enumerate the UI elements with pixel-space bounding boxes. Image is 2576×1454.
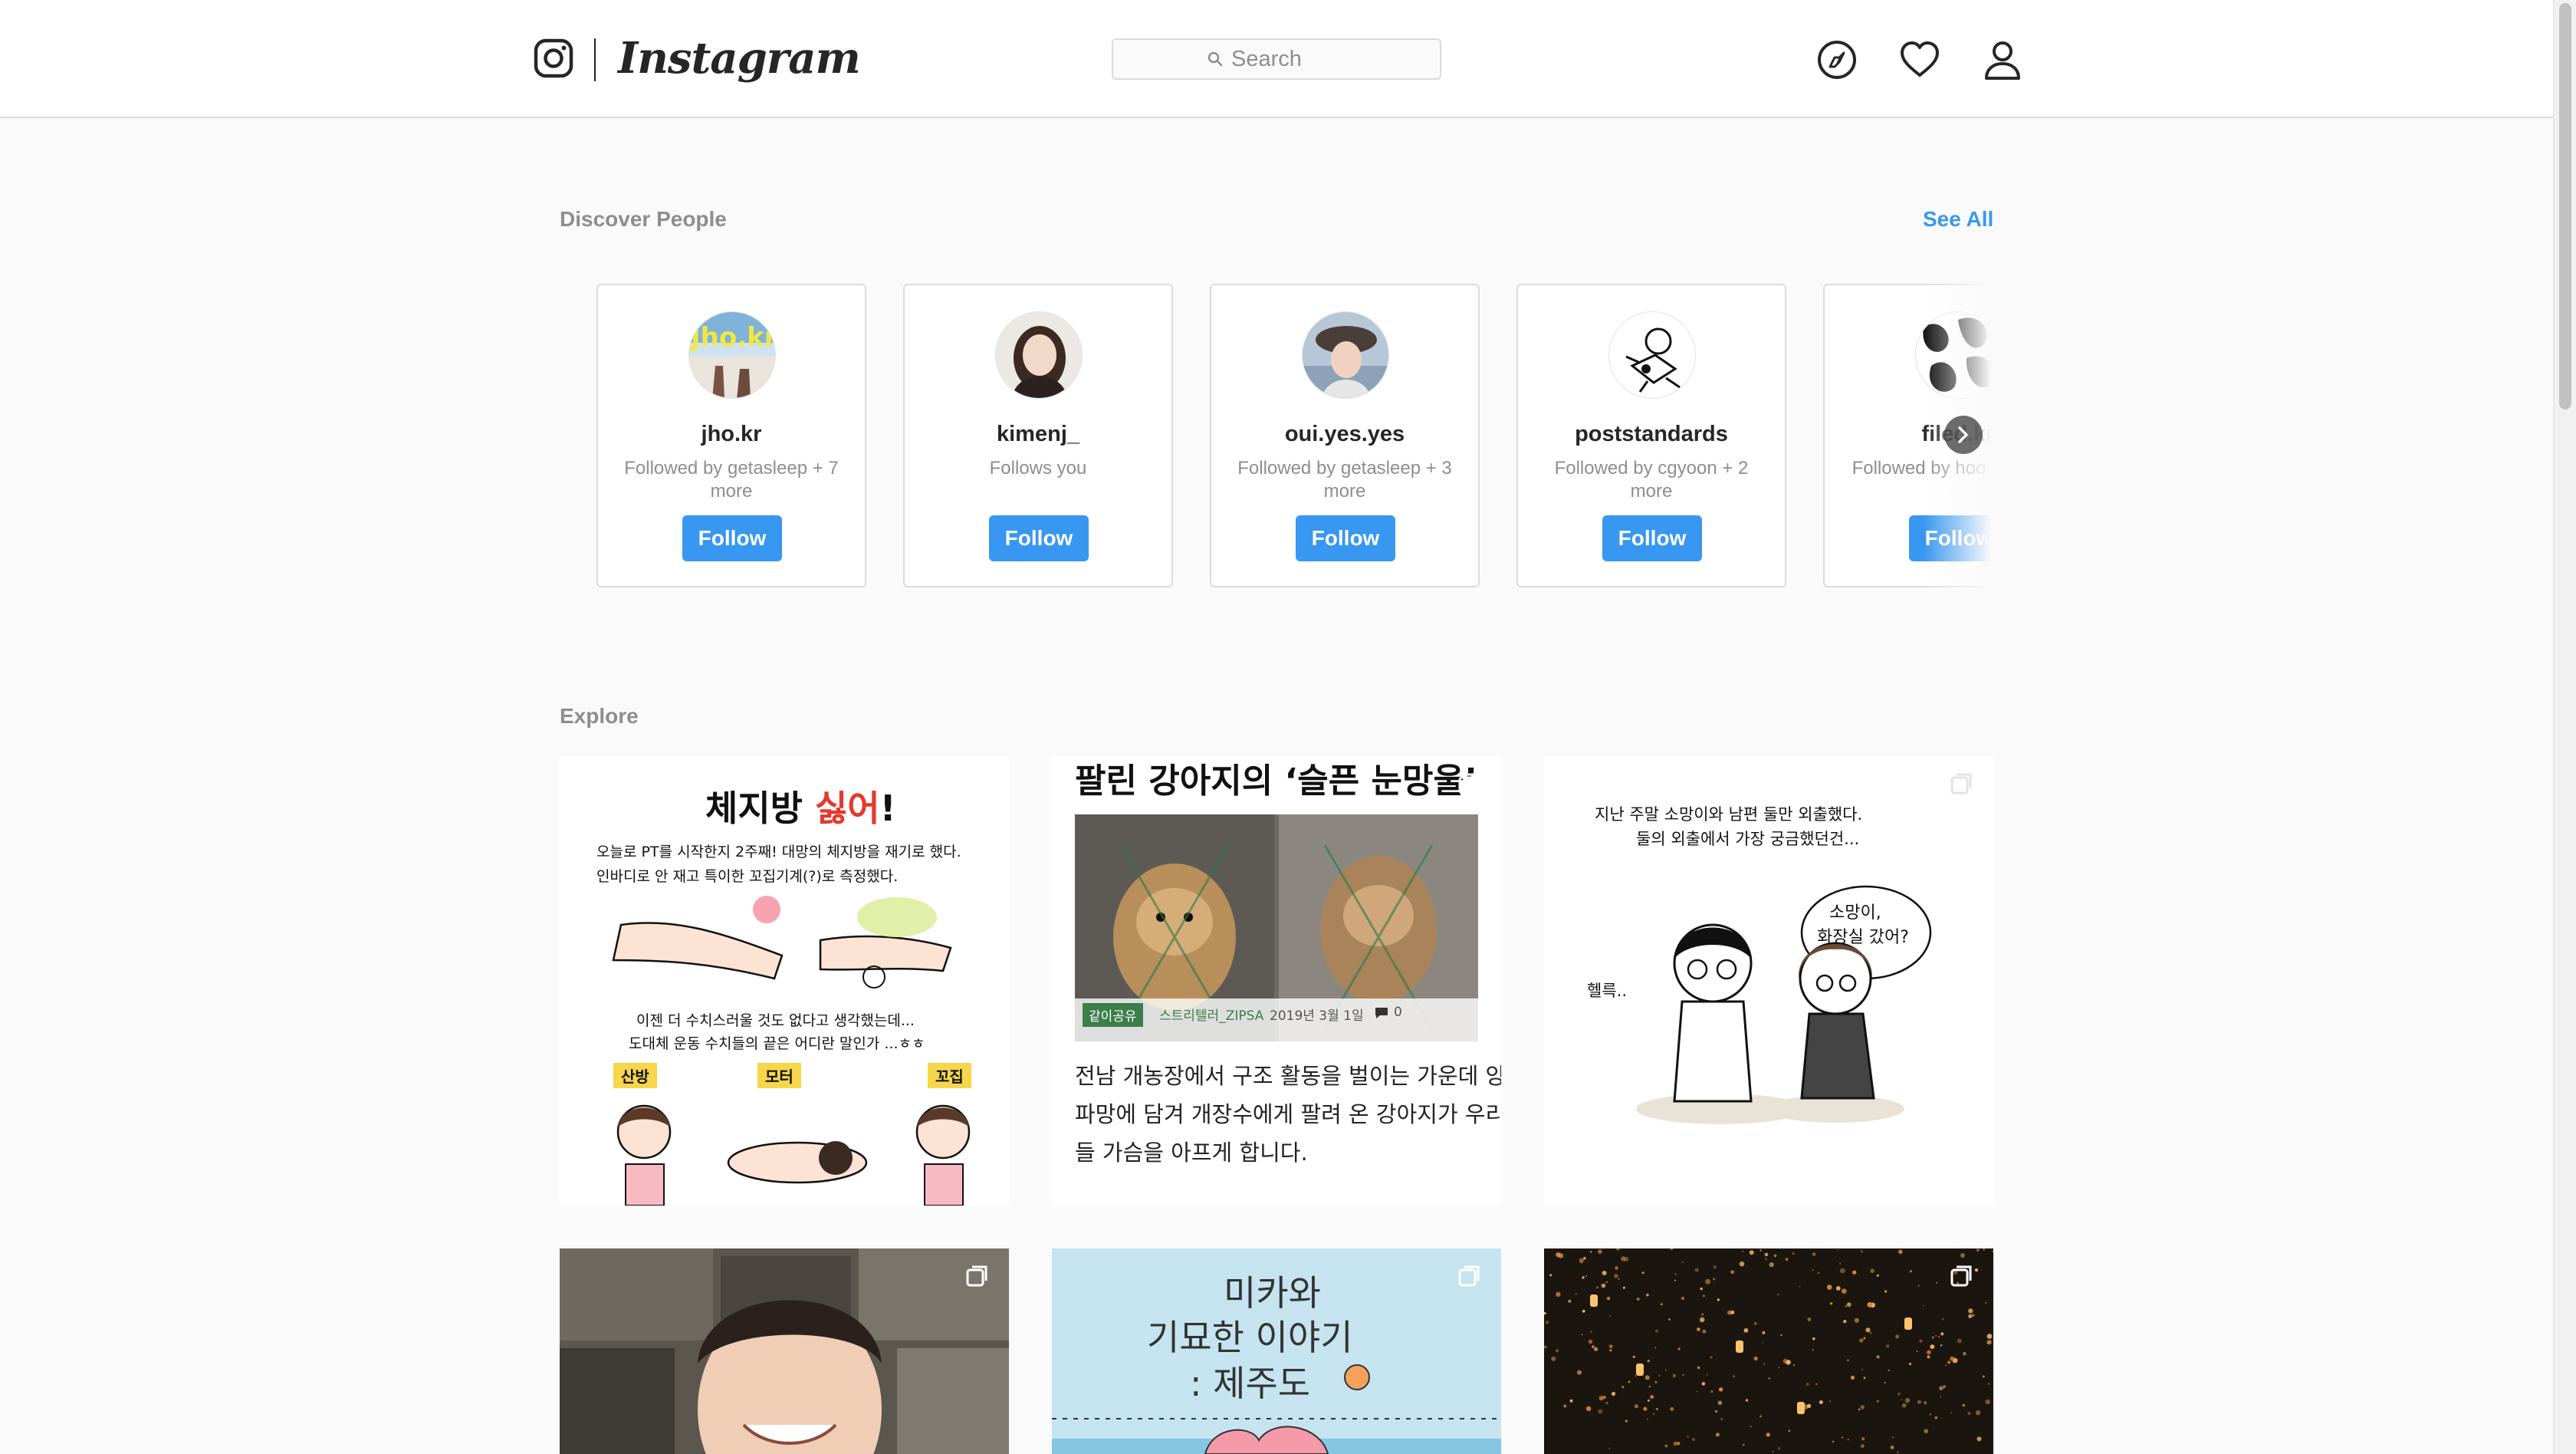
post-comment-count: 0 <box>1394 1005 1402 1020</box>
suggestion-username[interactable]: kimenj_ <box>905 422 1171 447</box>
avatar[interactable] <box>1302 311 1389 399</box>
profile-icon[interactable] <box>1981 38 2024 81</box>
suggestion-context: Followed by getasleep + 3 more <box>1237 458 1452 502</box>
heart-icon[interactable] <box>1898 38 1941 81</box>
comic-illustration-people <box>616 1104 971 1206</box>
search-icon <box>1208 51 1223 67</box>
discover-people-carousel: Jho.kr jho.kr Followed by getasleep + 7 … <box>596 284 1992 587</box>
instagram-wordmark[interactable]: Instagram <box>618 28 861 89</box>
top-navigation-bar: Instagram <box>0 0 2553 118</box>
avatar-wordmark-text: Jho.kr <box>689 322 776 353</box>
post-illustration <box>1052 1364 1501 1454</box>
suggestion-username[interactable]: jho.kr <box>598 422 865 447</box>
post-caption-line: 지난 주말 소망이와 남편 둘만 외출했다. <box>1595 805 1863 824</box>
explore-post-tile[interactable] <box>560 1248 1009 1454</box>
logo-divider <box>594 38 596 81</box>
suggestion-username[interactable]: oui.yes.yes <box>1211 422 1478 447</box>
speech-bubble-text: 화장실 갔어? <box>1817 928 1909 947</box>
multiple-posts-icon <box>1950 773 1972 794</box>
explore-post-tile[interactable]: 체지방 싫어! 오늘로 PT를 시작한지 2주째! 대망의 체지방을 재기로 했… <box>560 756 1009 1206</box>
post-headline: 팔린 강아지의 ‘슬픈 눈망울’ <box>1075 762 1477 801</box>
explore-post-tile[interactable]: 팔린 강아지의 ‘슬픈 눈망울’ 같이공유 스트리텔러_ZIPSA 2019년 … <box>1052 756 1501 1206</box>
post-caption-line: 오늘로 PT를 시작한지 2주째! 대망의 체지방을 재기로 했다. <box>596 844 961 860</box>
suggestion-card: poststandards Followed by cgyoon + 2 mor… <box>1516 284 1786 587</box>
page-scrollbar[interactable] <box>2553 0 2576 1454</box>
comic-label-tag: 모터 <box>757 1063 801 1088</box>
suggestion-username[interactable]: poststandards <box>1518 422 1785 447</box>
multiple-posts-icon <box>1458 1265 1480 1287</box>
post-title-line: 미카와 <box>1224 1272 1321 1314</box>
speech-bubble-text: 소망이, <box>1829 903 1881 923</box>
search-box[interactable] <box>1112 38 1441 80</box>
compass-icon[interactable] <box>1815 38 1858 81</box>
avatar[interactable] <box>1915 311 1992 399</box>
suggestion-context: Followed by hoo + 6 more <box>1852 458 1992 479</box>
instagram-glyph-icon[interactable] <box>534 38 573 78</box>
post-caption-line: 인바디로 안 재고 특이한 꼬집기계(?)로 측정했다. <box>596 868 899 885</box>
explore-post-tile[interactable] <box>1544 1248 1993 1454</box>
comic-label-tag: 꼬집 <box>928 1063 971 1088</box>
post-photo <box>1544 1248 1993 1453</box>
post-source-name: 스트리텔러_ZIPSA <box>1159 1008 1264 1024</box>
explore-post-tile[interactable]: 미카와 기묘한 이야기 : 제주도 <box>1052 1248 1501 1454</box>
avatar[interactable] <box>995 311 1083 399</box>
multiple-posts-icon <box>966 1265 987 1287</box>
post-caption-line: 둘의 외출에서 가장 궁금했던건... <box>1636 830 1860 848</box>
post-body-line: 파망에 담겨 개장수에게 팔려 온 강아지가 우리 <box>1075 1101 1501 1127</box>
follow-button[interactable]: Follow <box>1602 515 1702 561</box>
multiple-posts-icon <box>1950 1265 1972 1287</box>
scrollbar-thumb[interactable] <box>2559 3 2571 410</box>
post-body-line: 들 가슴을 아프게 합니다. <box>1075 1140 1308 1166</box>
follow-button[interactable]: Follow <box>682 515 782 561</box>
discover-people-title: Discover People <box>560 207 727 231</box>
explore-post-tile[interactable]: 지난 주말 소망이와 남편 둘만 외출했다. 둘의 외출에서 가장 궁금했던건.… <box>1544 756 1993 1206</box>
avatar[interactable] <box>1608 311 1696 399</box>
suggestion-context: Follows you <box>989 458 1087 479</box>
see-all-link[interactable]: See All <box>1923 207 1993 232</box>
post-comic-heading: 체지방 싫어! <box>705 788 896 829</box>
multiple-posts-icon <box>1458 773 1480 794</box>
post-source-badge: 같이공유 <box>1083 1003 1143 1027</box>
carousel-next-arrow-icon[interactable] <box>1944 416 1983 454</box>
post-title-line: 기묘한 이야기 <box>1147 1317 1353 1358</box>
suggestion-card: kimenj_ Follows you Follow <box>903 284 1173 587</box>
post-date: 2019년 3월 1일 <box>1270 1008 1364 1024</box>
follow-button[interactable]: Follow <box>1909 515 1992 561</box>
explore-title: Explore <box>560 704 639 728</box>
post-caption-line: 이젠 더 수치스러울 것도 없다고 생각했는데... <box>636 1012 915 1029</box>
post-body-line: 전남 개농장에서 구조 활동을 벌이는 가운데 양 <box>1075 1063 1501 1089</box>
comic-illustration-arms <box>612 896 952 989</box>
post-caption-line: 도대체 운동 수치들의 끝은 어디란 말인가 ...ㅎㅎ <box>629 1035 925 1052</box>
search-input[interactable] <box>1231 46 1346 72</box>
comment-icon <box>1375 1008 1388 1018</box>
suggestion-card: Jho.kr jho.kr Followed by getasleep + 7 … <box>596 284 866 587</box>
avatar[interactable]: Jho.kr <box>688 311 776 399</box>
suggestion-context: Followed by cgyoon + 2 more <box>1554 458 1749 502</box>
post-photo <box>560 1248 1009 1454</box>
comic-label-tag: 산방 <box>613 1063 657 1088</box>
comic-side-text: 헬륵.. <box>1587 982 1627 1000</box>
suggestion-card: oui.yes.yes Followed by getasleep + 3 mo… <box>1210 284 1480 587</box>
follow-button[interactable]: Follow <box>989 515 1089 561</box>
suggestion-context: Followed by getasleep + 7 more <box>624 458 839 502</box>
comic-illustration-couple <box>1636 885 1932 1124</box>
follow-button[interactable]: Follow <box>1296 515 1395 561</box>
